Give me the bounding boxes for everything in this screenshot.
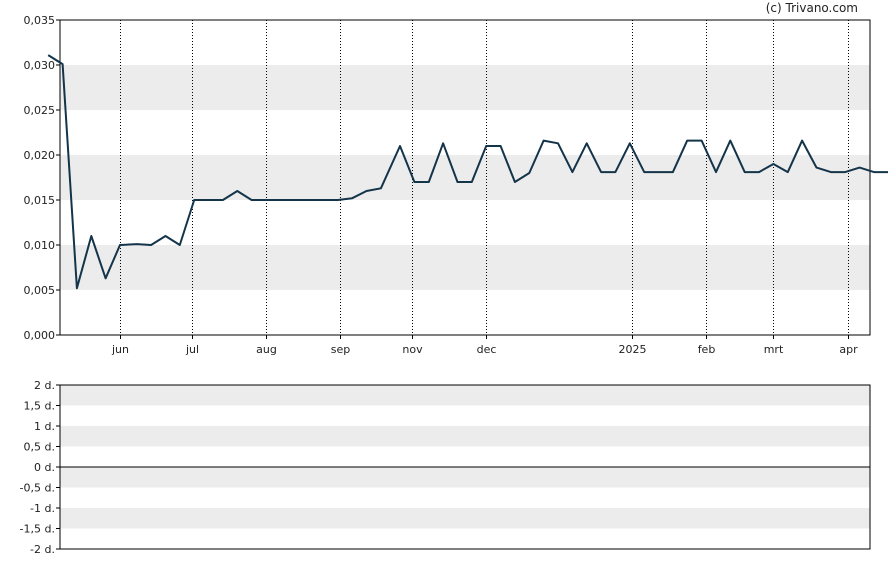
grid-band [60,508,870,529]
x-tick-label: jul [185,343,199,356]
y-tick-label: 0,030 [24,59,56,72]
grid-band [60,385,870,406]
x-tick-label: dec [477,343,497,356]
y-tick-label: -0,5 d. [20,482,55,495]
grid-band [60,65,870,110]
y-tick-label: 0 d. [34,461,55,474]
grid-band [60,245,870,290]
y-tick-label: 0,020 [24,149,56,162]
y-tick-label: 2 d. [34,379,55,392]
x-tick-label: aug [256,343,277,356]
y-tick-label: 0,010 [24,239,56,252]
x-tick-label: nov [402,343,423,356]
grid-band [60,426,870,447]
y-tick-label: 0,005 [24,284,56,297]
x-tick-label: 2025 [619,343,647,356]
y-tick-label: 1 d. [34,420,55,433]
y-tick-label: -2 d. [30,543,55,556]
chart-root: 0,000 0,005 0,010 0,015 0,020 0,025 0,030 0,035… [20,14,888,556]
grid-band [60,467,870,488]
y-tick-label: -1 d. [30,502,55,515]
x-tick-label: feb [698,343,716,356]
y-tick-label: 1,5 d. [24,400,55,413]
x-tick-label: jun [111,343,129,356]
grid-band [60,155,870,200]
y-tick-label: 0,000 [24,329,56,342]
x-tick-label: mrt [764,343,784,356]
y-tick-label: -1,5 d. [20,523,55,536]
y-tick-label: 0,5 d. [24,441,55,454]
y-tick-label: 0,025 [24,104,56,117]
x-tick-label: apr [839,343,858,356]
x-tick-label: sep [331,343,350,356]
y-tick-label: 0,015 [24,194,56,207]
y-tick-label: 0,035 [24,14,56,27]
